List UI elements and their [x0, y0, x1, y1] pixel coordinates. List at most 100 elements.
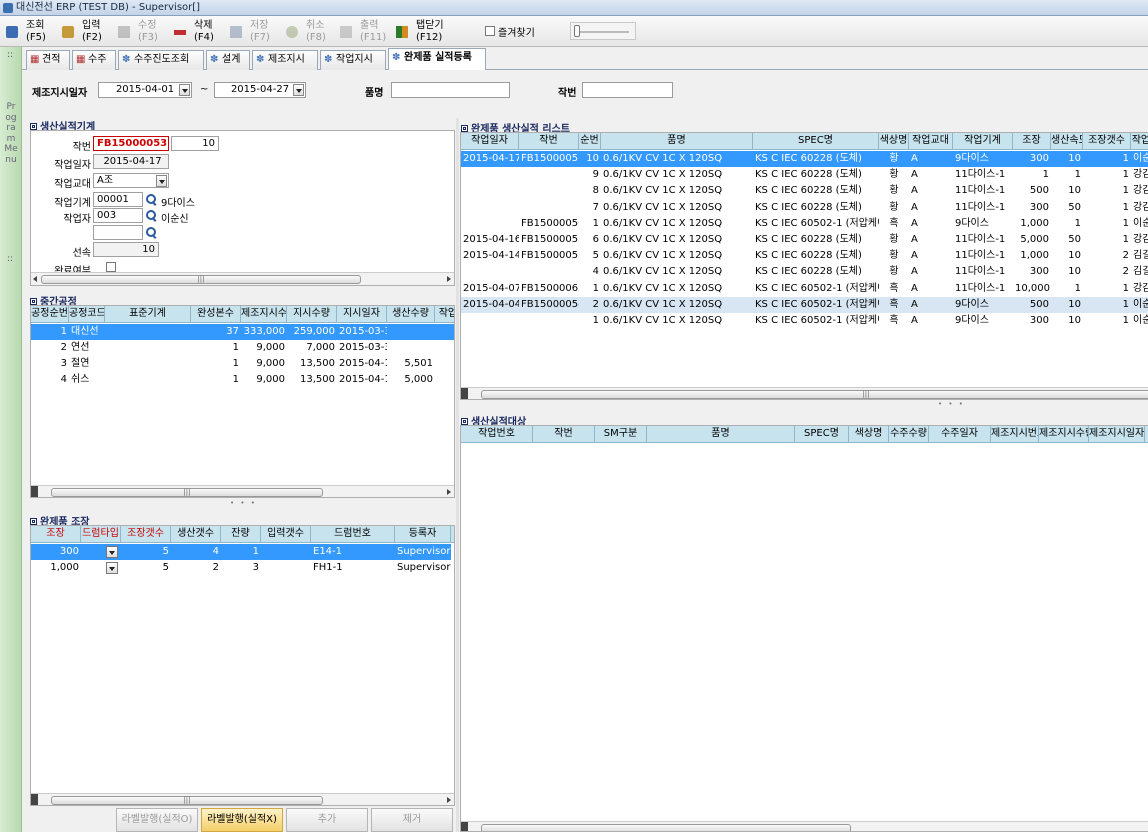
process-cell[interactable]: 5,000: [387, 372, 435, 388]
results-cell[interactable]: 9다이스: [953, 151, 1013, 167]
finished-cell[interactable]: 1: [221, 544, 261, 560]
results-cell[interactable]: 1,000: [1013, 248, 1051, 264]
results-row[interactable]: 2015-04-16 FB15000053 6 0.6/1KV CV 1C X 120…: [461, 232, 1148, 248]
product-filter-input[interactable]: [391, 82, 510, 98]
results-cell[interactable]: 2: [579, 297, 601, 313]
finished-cell[interactable]: 4: [171, 544, 221, 560]
results-cell[interactable]: 11다이스-1: [953, 167, 1013, 183]
process-cell[interactable]: 7,000: [287, 340, 337, 356]
cancel-button[interactable]: 취소 (F8): [286, 19, 330, 45]
process-cell[interactable]: 2015-03-30: [337, 324, 387, 340]
process-cell[interactable]: 37: [191, 324, 241, 340]
process-cell[interactable]: [105, 324, 191, 340]
chevron-down-icon[interactable]: [293, 84, 304, 96]
results-cell[interactable]: 1: [1013, 167, 1051, 183]
results-cell[interactable]: 2015-04-17: [461, 151, 519, 167]
chevron-down-icon[interactable]: [179, 84, 190, 96]
process-hscrollbar[interactable]: |||: [31, 485, 454, 497]
results-column-header[interactable]: 작업기계: [953, 133, 1013, 149]
process-cell[interactable]: [435, 324, 454, 340]
results-cell[interactable]: 11다이스-1: [953, 200, 1013, 216]
results-cell[interactable]: 황: [879, 232, 909, 248]
finished-cell[interactable]: Supervisor: [395, 560, 451, 576]
results-cell[interactable]: [461, 216, 519, 232]
results-cell[interactable]: 이순신: [1131, 216, 1148, 232]
results-cell[interactable]: 흑: [879, 297, 909, 313]
results-cell[interactable]: FB15000053: [519, 232, 579, 248]
results-cell[interactable]: 1,000: [1013, 216, 1051, 232]
results-cell[interactable]: 50: [1051, 232, 1083, 248]
results-cell[interactable]: A: [909, 281, 953, 297]
process-cell[interactable]: 1: [191, 356, 241, 372]
results-cell[interactable]: 0.6/1KV CV 1C X 120SQ: [601, 281, 753, 297]
results-hscrollbar[interactable]: |||: [461, 387, 1148, 399]
process-cell[interactable]: 4: [31, 372, 69, 388]
finished-row[interactable]: 300 5 4 1 E14-1 Supervisor: [31, 544, 451, 560]
results-column-header[interactable]: 작업교대: [909, 133, 953, 149]
work-date-input[interactable]: 2015-04-17: [93, 154, 169, 169]
results-cell[interactable]: 황: [879, 264, 909, 280]
job-seq-input[interactable]: 10: [171, 136, 219, 151]
results-cell[interactable]: 1: [1051, 281, 1083, 297]
targets-column-header[interactable]: 제조지시일자: [1089, 426, 1145, 442]
results-cell[interactable]: [519, 264, 579, 280]
job-filter-input[interactable]: [582, 82, 673, 98]
results-cell[interactable]: 10,000: [1013, 281, 1051, 297]
process-column-header[interactable]: 표준기계: [105, 306, 191, 322]
results-cell[interactable]: 0.6/1KV CV 1C X 120SQ: [601, 248, 753, 264]
results-cell[interactable]: FB15000056: [519, 216, 579, 232]
results-cell[interactable]: KS C IEC 60228 (도체): [753, 264, 879, 280]
results-cell[interactable]: 강감찬: [1131, 183, 1148, 199]
targets-column-header[interactable]: SM구분: [595, 426, 647, 442]
results-cell[interactable]: 2015-04-04: [461, 297, 519, 313]
results-cell[interactable]: KS C IEC 60502-1 (저압케이블): [753, 281, 879, 297]
job-number-input[interactable]: FB15000053: [93, 136, 169, 151]
results-column-header[interactable]: 순번: [579, 133, 601, 149]
results-cell[interactable]: 황: [879, 248, 909, 264]
results-row[interactable]: 2015-04-04 FB15000058 2 0.6/1KV CV 1C X 120…: [461, 296, 1148, 313]
finished-cell[interactable]: 5: [121, 560, 171, 576]
finished-cell[interactable]: 300: [31, 544, 81, 560]
results-cell[interactable]: 8: [579, 183, 601, 199]
results-cell[interactable]: 0.6/1KV CV 1C X 120SQ: [601, 313, 753, 329]
chevron-down-icon[interactable]: [106, 546, 118, 558]
tab-finished-result[interactable]: ✽ 완제품 실적등록: [388, 48, 486, 70]
process-column-header[interactable]: 공정순번: [31, 306, 69, 322]
results-cell[interactable]: 6: [579, 232, 601, 248]
process-cell[interactable]: 13,500: [287, 356, 337, 372]
results-cell[interactable]: A: [909, 297, 953, 313]
process-column-header[interactable]: 지시수량: [287, 306, 337, 322]
results-cell[interactable]: 김길동: [1131, 248, 1148, 264]
process-row[interactable]: 2연선 19,0007,0002015-03-30: [31, 340, 454, 356]
results-cell[interactable]: 1: [579, 313, 601, 329]
results-cell[interactable]: A: [909, 183, 953, 199]
process-cell[interactable]: 2015-04-14: [337, 372, 387, 388]
results-cell[interactable]: 2015-04-14: [461, 248, 519, 264]
entry-hscrollbar[interactable]: |||: [31, 272, 454, 285]
results-cell[interactable]: [519, 167, 579, 183]
finished-cell[interactable]: [261, 560, 311, 576]
process-cell[interactable]: 1: [191, 340, 241, 356]
results-cell[interactable]: 500: [1013, 183, 1051, 199]
results-cell[interactable]: 황: [879, 183, 909, 199]
results-cell[interactable]: 5: [579, 248, 601, 264]
results-cell[interactable]: FB15000053: [519, 151, 579, 167]
targets-column-header[interactable]: 제조지시수량: [1039, 426, 1089, 442]
results-cell[interactable]: 11다이스-1: [953, 232, 1013, 248]
results-cell[interactable]: A: [909, 167, 953, 183]
results-cell[interactable]: 1: [1083, 151, 1131, 167]
process-cell[interactable]: 쉬스: [69, 372, 105, 388]
process-cell[interactable]: [105, 356, 191, 372]
process-column-header[interactable]: 제조지시수량: [241, 306, 287, 322]
finished-column-header[interactable]: 드럼번호: [311, 526, 395, 542]
done-checkbox[interactable]: [106, 262, 116, 272]
search-icon[interactable]: [145, 210, 157, 222]
tab-order-progress[interactable]: ✽ 수주진도조회: [118, 50, 204, 70]
targets-column-header[interactable]: 제조지시번호: [991, 426, 1039, 442]
machine-code-input[interactable]: 00001: [93, 192, 143, 207]
finished-cell[interactable]: 5: [121, 544, 171, 560]
results-cell[interactable]: 4: [579, 264, 601, 280]
results-cell[interactable]: 0.6/1KV CV 1C X 120SQ: [601, 232, 753, 248]
vertical-splitter[interactable]: [456, 118, 459, 832]
results-cell[interactable]: 흑: [879, 216, 909, 232]
